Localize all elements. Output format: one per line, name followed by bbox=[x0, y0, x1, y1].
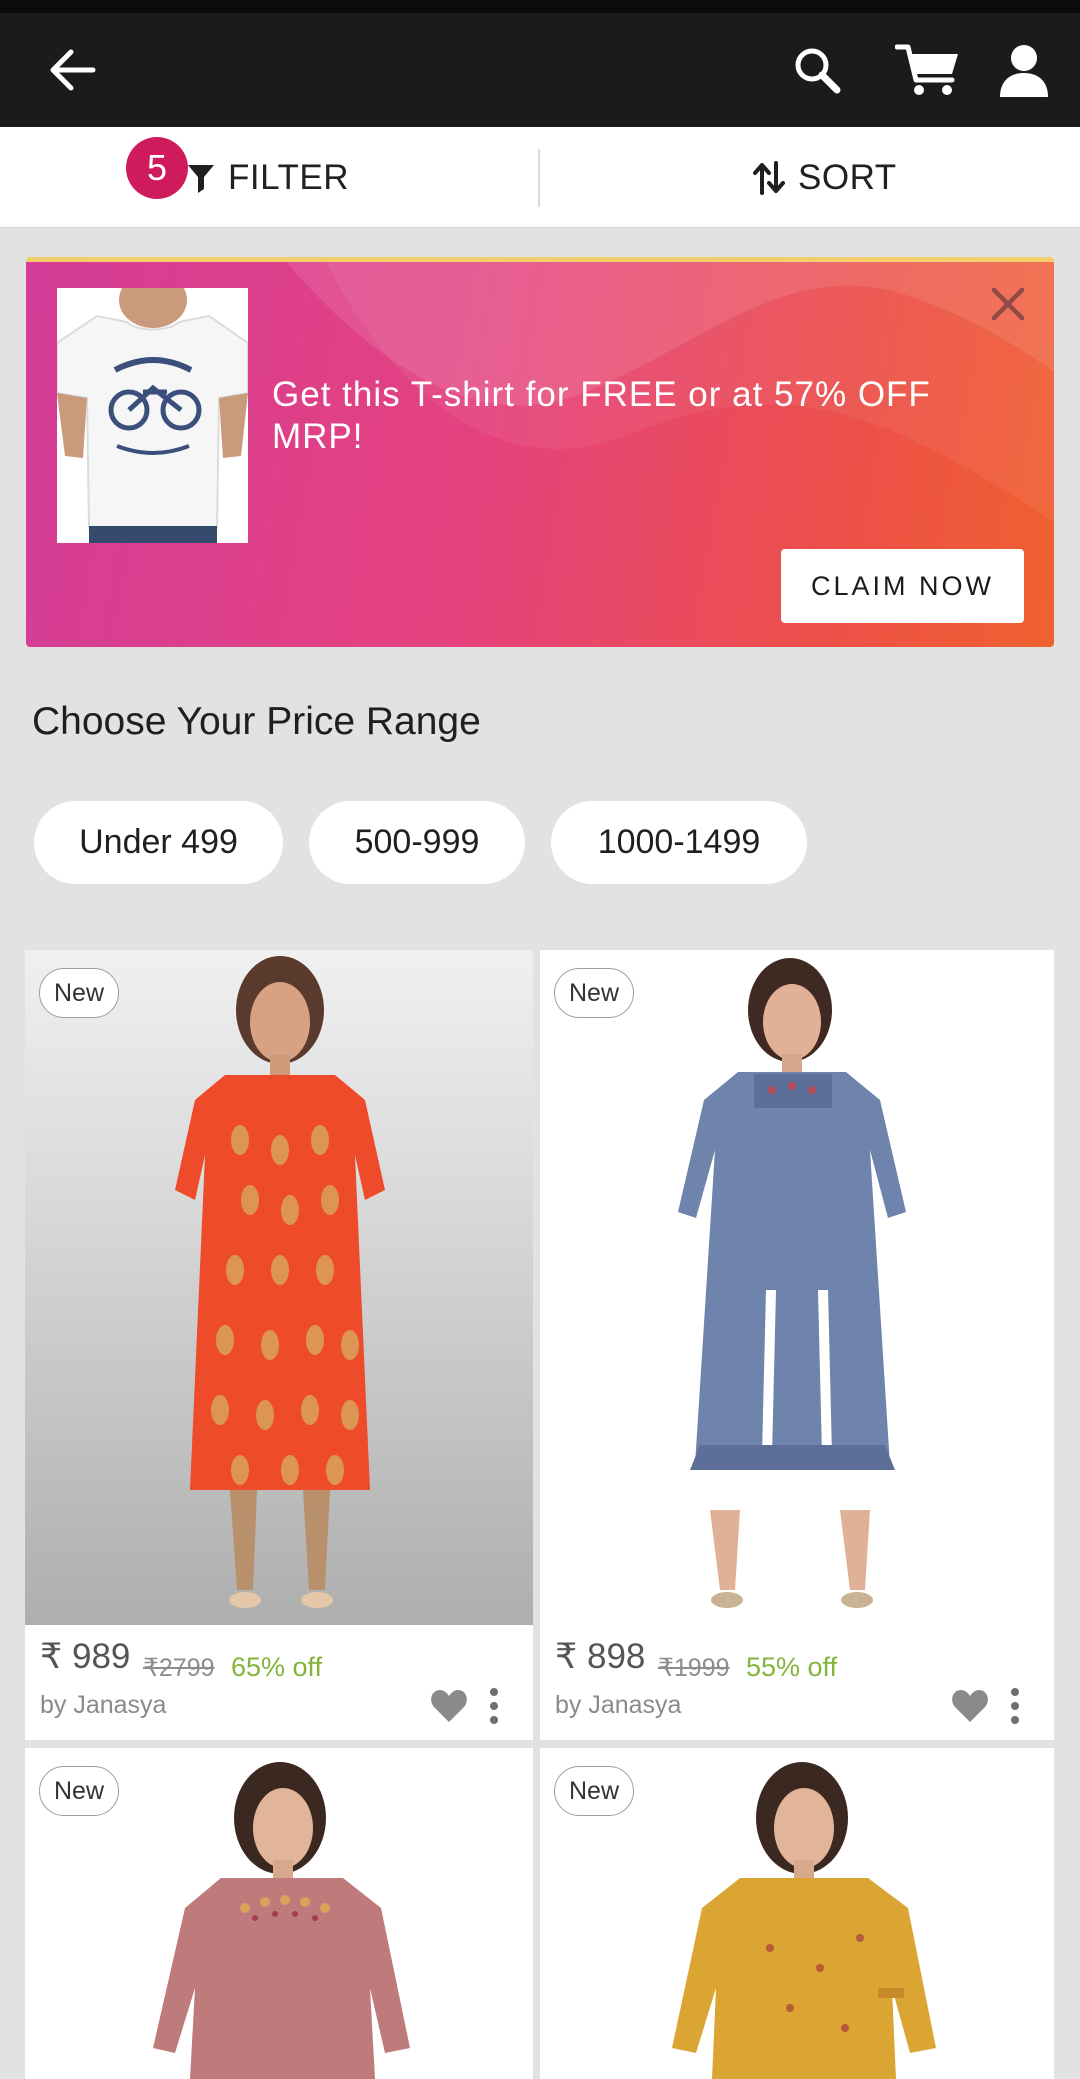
close-icon bbox=[991, 287, 1025, 321]
price-chip-1000-1499[interactable]: 1000-1499 bbox=[551, 801, 807, 884]
sort-icon bbox=[753, 160, 785, 195]
filter-label: FILTER bbox=[228, 157, 349, 197]
filter-count-badge: 5 bbox=[126, 137, 188, 199]
product-discount: 65% off bbox=[231, 1652, 323, 1682]
filter-icon bbox=[188, 164, 214, 193]
product-image bbox=[25, 950, 533, 1625]
price-chip-under-499[interactable]: Under 499 bbox=[34, 801, 283, 884]
product-mrp: ₹2799 bbox=[143, 1654, 215, 1682]
product-card[interactable]: New ₹ 989 ₹2799 65% off by Janasya bbox=[25, 950, 533, 1740]
user-icon bbox=[1000, 45, 1048, 97]
sort-label: SORT bbox=[798, 157, 897, 197]
product-brand: by Janasya bbox=[40, 1691, 167, 1719]
product-mrp: ₹1999 bbox=[658, 1654, 730, 1682]
more-options-icon[interactable] bbox=[487, 1687, 501, 1725]
product-image bbox=[540, 950, 1054, 1625]
wishlist-heart-icon[interactable] bbox=[951, 1689, 989, 1723]
account-button[interactable] bbox=[996, 13, 1052, 127]
promo-close-button[interactable] bbox=[988, 284, 1028, 324]
product-price: ₹ 898 bbox=[555, 1637, 646, 1676]
new-badge: New bbox=[39, 1766, 120, 1816]
product-discount: 55% off bbox=[746, 1652, 838, 1682]
cart-icon bbox=[895, 44, 958, 95]
price-range-title: Choose Your Price Range bbox=[32, 700, 481, 743]
product-info: ₹ 898 ₹1999 55% off by Janasya bbox=[540, 1627, 1054, 1740]
status-bar bbox=[0, 0, 1080, 13]
search-icon bbox=[795, 48, 841, 94]
claim-now-button[interactable]: CLAIM NOW bbox=[781, 549, 1024, 623]
product-price: ₹ 989 bbox=[40, 1637, 131, 1676]
cart-button[interactable] bbox=[893, 13, 963, 127]
new-badge: New bbox=[554, 1766, 635, 1816]
product-brand: by Janasya bbox=[555, 1691, 682, 1719]
product-card[interactable]: New bbox=[540, 1748, 1054, 2079]
promo-message: Get this T-shirt for FREE or at 57% OFF … bbox=[272, 375, 931, 456]
promo-banner[interactable]: Get this T-shirt for FREE or at 57% OFF … bbox=[26, 257, 1054, 647]
top-app-bar bbox=[0, 13, 1080, 127]
back-button[interactable] bbox=[40, 13, 104, 127]
price-chip-500-999[interactable]: 500-999 bbox=[309, 801, 525, 884]
search-button[interactable] bbox=[787, 13, 847, 127]
product-info: ₹ 989 ₹2799 65% off by Janasya bbox=[25, 1627, 533, 1740]
arrow-left-icon bbox=[50, 49, 96, 91]
new-badge: New bbox=[554, 968, 635, 1018]
tab-divider bbox=[538, 149, 540, 207]
promo-tshirt-image bbox=[57, 288, 248, 543]
product-card[interactable]: New bbox=[25, 1748, 533, 2079]
wishlist-heart-icon[interactable] bbox=[430, 1689, 468, 1723]
product-card[interactable]: New ₹ 898 ₹1999 55% off by Janasya bbox=[540, 950, 1054, 1740]
new-badge: New bbox=[39, 968, 120, 1018]
more-options-icon[interactable] bbox=[1008, 1687, 1022, 1725]
filter-button[interactable]: FILTER bbox=[186, 127, 349, 228]
sort-button[interactable]: SORT bbox=[752, 127, 897, 228]
filter-sort-bar: 5 FILTER SORT bbox=[0, 127, 1080, 228]
